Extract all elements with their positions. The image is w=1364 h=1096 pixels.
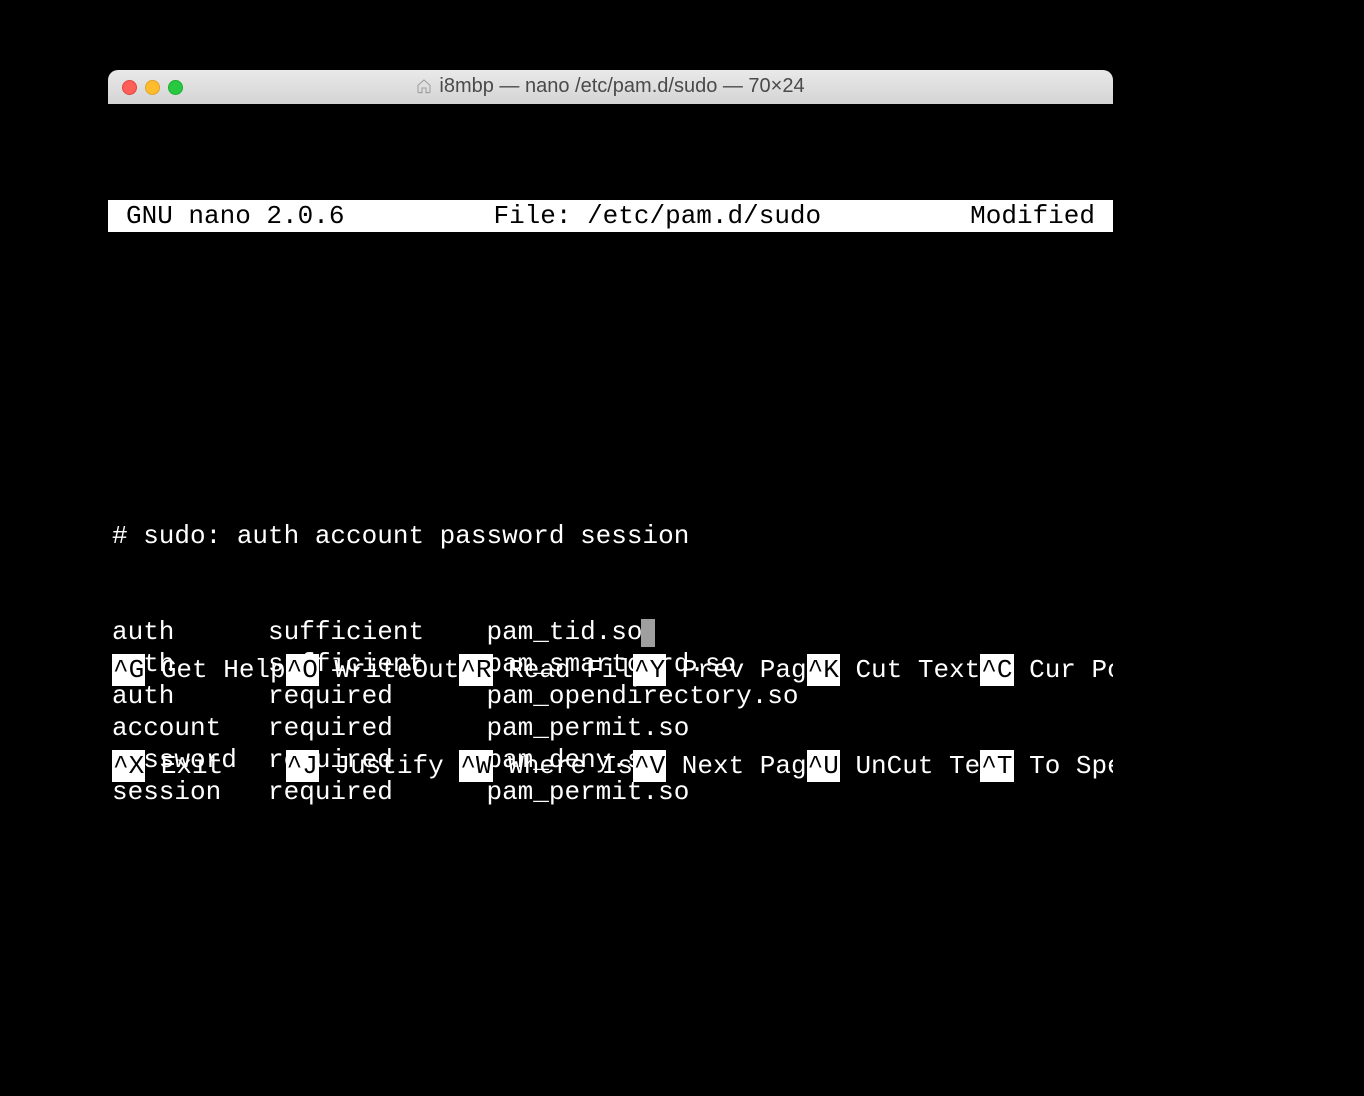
shortcut-key: ^K: [807, 654, 840, 686]
shortcut-key: ^C: [980, 654, 1013, 686]
shortcut-label: To Spell: [1014, 750, 1114, 782]
footer-shortcut[interactable]: ^W Where Is: [459, 750, 633, 782]
shortcut-label: Exit: [145, 750, 285, 782]
footer-shortcut[interactable]: ^V Next Pag: [633, 750, 807, 782]
shortcut-label: Prev Pag: [666, 654, 806, 686]
shortcut-key: ^T: [980, 750, 1013, 782]
footer-row-2: ^X Exit ^J Justify ^W Where Is^V Next Pa…: [112, 750, 1113, 782]
shortcut-label: Read Fil: [493, 654, 633, 686]
shortcut-key: ^J: [286, 750, 319, 782]
nano-status-bar: GNU nano 2.0.6 File: /etc/pam.d/sudo Mod…: [108, 200, 1113, 232]
shortcut-key: ^O: [286, 654, 319, 686]
traffic-lights: [122, 80, 183, 95]
footer-shortcut[interactable]: ^U UnCut Te: [807, 750, 981, 782]
shortcut-key: ^W: [459, 750, 492, 782]
close-icon[interactable]: [122, 80, 137, 95]
nano-footer: ^G Get Help^O WriteOut^R Read Fil^Y Prev…: [108, 590, 1113, 850]
shortcut-key: ^G: [112, 654, 145, 686]
shortcut-label: UnCut Te: [840, 750, 980, 782]
shortcut-label: Justify: [319, 750, 459, 782]
shortcut-label: Next Pag: [666, 750, 806, 782]
nano-file-name: File: /etc/pam.d/sudo: [344, 200, 970, 232]
shortcut-label: Cut Text: [840, 654, 980, 686]
shortcut-label: Where Is: [493, 750, 633, 782]
window-title: i8mbp — nano /etc/pam.d/sudo — 70×24: [439, 75, 804, 98]
shortcut-key: ^X: [112, 750, 145, 782]
footer-shortcut[interactable]: ^G Get Help: [112, 654, 286, 686]
shortcut-label: Cur Pos: [1014, 654, 1114, 686]
home-folder-icon: [416, 78, 432, 94]
footer-shortcut[interactable]: ^J Justify: [286, 750, 460, 782]
titlebar[interactable]: i8mbp — nano /etc/pam.d/sudo — 70×24: [108, 70, 1113, 105]
minimize-icon[interactable]: [145, 80, 160, 95]
shortcut-label: Get Help: [145, 654, 285, 686]
shortcut-key: ^Y: [633, 654, 666, 686]
desktop: i8mbp — nano /etc/pam.d/sudo — 70×24 GNU…: [0, 0, 1364, 1096]
editor-line-comment: # sudo: auth account password session: [112, 520, 1113, 552]
footer-shortcut[interactable]: ^C Cur Pos: [980, 654, 1113, 686]
blank-line: [108, 328, 1113, 360]
shortcut-label: WriteOut: [319, 654, 459, 686]
shortcut-key: ^R: [459, 654, 492, 686]
footer-shortcut[interactable]: ^R Read Fil: [459, 654, 633, 686]
nano-modified: Modified: [970, 200, 1113, 232]
footer-shortcut[interactable]: ^K Cut Text: [807, 654, 981, 686]
terminal-window: i8mbp — nano /etc/pam.d/sudo — 70×24 GNU…: [108, 70, 1113, 850]
footer-shortcut[interactable]: ^Y Prev Pag: [633, 654, 807, 686]
footer-shortcut[interactable]: ^T To Spell: [980, 750, 1113, 782]
zoom-icon[interactable]: [168, 80, 183, 95]
shortcut-key: ^V: [633, 750, 666, 782]
footer-row-1: ^G Get Help^O WriteOut^R Read Fil^Y Prev…: [112, 654, 1113, 686]
terminal-viewport[interactable]: GNU nano 2.0.6 File: /etc/pam.d/sudo Mod…: [108, 104, 1113, 850]
nano-app-name: GNU nano 2.0.6: [108, 200, 344, 232]
footer-shortcut[interactable]: ^O WriteOut: [286, 654, 460, 686]
shortcut-key: ^U: [807, 750, 840, 782]
footer-shortcut[interactable]: ^X Exit: [112, 750, 286, 782]
